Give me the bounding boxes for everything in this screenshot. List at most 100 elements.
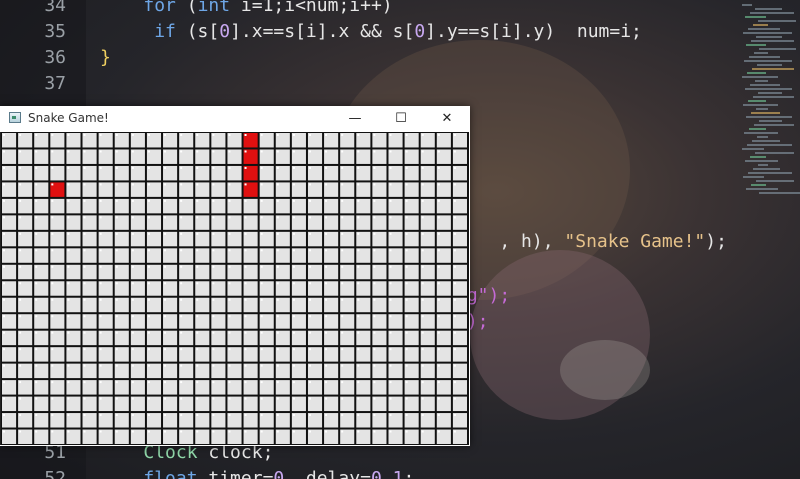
tile-highlight [421, 414, 424, 417]
tile-highlight [99, 216, 102, 219]
tile-highlight [228, 150, 231, 153]
tile-highlight [212, 331, 215, 334]
tile-highlight [67, 430, 70, 433]
tile-highlight [228, 282, 231, 285]
tile-highlight [325, 381, 328, 384]
tile-highlight [437, 331, 440, 334]
tile-highlight [276, 282, 279, 285]
tile-highlight [228, 397, 231, 400]
tile-highlight [180, 397, 183, 400]
tile-highlight [131, 265, 134, 268]
maximize-button[interactable]: ☐ [378, 106, 424, 131]
tile-highlight [341, 166, 344, 169]
tile-highlight [292, 315, 295, 318]
tile-highlight [3, 183, 5, 186]
tile-highlight [276, 216, 279, 219]
tile-highlight [437, 348, 440, 351]
tile-highlight [308, 331, 311, 334]
window-title: Snake Game! [28, 111, 109, 125]
tile-highlight [260, 134, 263, 136]
tile-highlight [212, 364, 215, 367]
tile-highlight [99, 331, 102, 334]
tile-highlight [405, 199, 408, 202]
tile-highlight [308, 430, 311, 433]
tile-highlight [260, 364, 263, 367]
tile-highlight [131, 348, 134, 351]
minimap-line [746, 188, 778, 190]
tile-highlight [308, 134, 311, 136]
tile-highlight [244, 364, 247, 367]
tile-highlight [196, 364, 199, 367]
tile-highlight [357, 183, 360, 186]
tile-highlight [292, 166, 295, 169]
tile-highlight [341, 414, 344, 417]
tile-highlight [373, 315, 376, 318]
tile-highlight [260, 183, 263, 186]
close-button[interactable]: ✕ [424, 106, 470, 131]
tile-highlight [164, 364, 167, 367]
tile-highlight [212, 298, 215, 301]
tile-highlight [35, 364, 38, 367]
tile-highlight [3, 282, 5, 285]
tile-highlight [115, 381, 118, 384]
tile-highlight [228, 364, 231, 367]
tile-highlight [276, 331, 279, 334]
tile-highlight [276, 381, 279, 384]
tile-highlight [276, 232, 279, 235]
tile-highlight [51, 381, 54, 384]
tile-highlight [405, 364, 408, 367]
tile-highlight [453, 430, 456, 433]
code-minimap[interactable] [736, 0, 800, 194]
tile-highlight [35, 348, 38, 351]
tile-highlight [389, 166, 392, 169]
minimap-line [756, 180, 794, 182]
tile-highlight [228, 216, 231, 219]
tile-highlight [325, 183, 328, 186]
tile-highlight [453, 348, 456, 351]
tile-highlight [51, 430, 54, 433]
tile-highlight [373, 414, 376, 417]
tile-highlight [83, 282, 86, 285]
tile-highlight [3, 414, 5, 417]
tile-highlight [308, 364, 311, 367]
minimap-line [756, 108, 768, 110]
tile-highlight [212, 381, 215, 384]
tile-highlight [115, 166, 118, 169]
code-token: for [143, 0, 176, 16]
tile-highlight [131, 282, 134, 285]
tile-highlight [228, 430, 231, 433]
tile-highlight [453, 232, 456, 235]
minimize-button[interactable]: — [332, 106, 378, 131]
tile-highlight [147, 381, 150, 384]
tile-highlight [292, 134, 295, 136]
minimap-line [744, 60, 792, 62]
tile-highlight [115, 232, 118, 235]
minimap-line [747, 144, 792, 146]
tile-highlight [196, 249, 199, 252]
tile-highlight [180, 348, 183, 351]
code-token: int [197, 0, 231, 16]
tile-highlight [341, 199, 344, 202]
window-titlebar[interactable]: Snake Game! — ☐ ✕ [0, 106, 470, 131]
tile-highlight [244, 216, 247, 219]
tile-highlight [115, 216, 118, 219]
tile-highlight [453, 381, 456, 384]
tile-highlight [212, 150, 215, 153]
tile-highlight [164, 381, 167, 384]
minimap-line [744, 132, 778, 134]
snake-game-window[interactable]: Snake Game! — ☐ ✕ [0, 106, 470, 446]
tile-highlight [260, 265, 263, 268]
minimap-line [755, 80, 768, 82]
tile-highlight [35, 166, 38, 169]
tile-highlight [373, 381, 376, 384]
line-number: 37 [44, 73, 66, 94]
tile-highlight [453, 150, 456, 153]
tile-highlight [341, 298, 344, 301]
tile-highlight [164, 150, 167, 153]
tile-highlight [3, 199, 5, 202]
tile-highlight [357, 348, 360, 351]
tile-highlight [196, 282, 199, 285]
tile-highlight [389, 397, 392, 400]
tile-highlight [147, 364, 150, 367]
tile-highlight [260, 381, 263, 384]
